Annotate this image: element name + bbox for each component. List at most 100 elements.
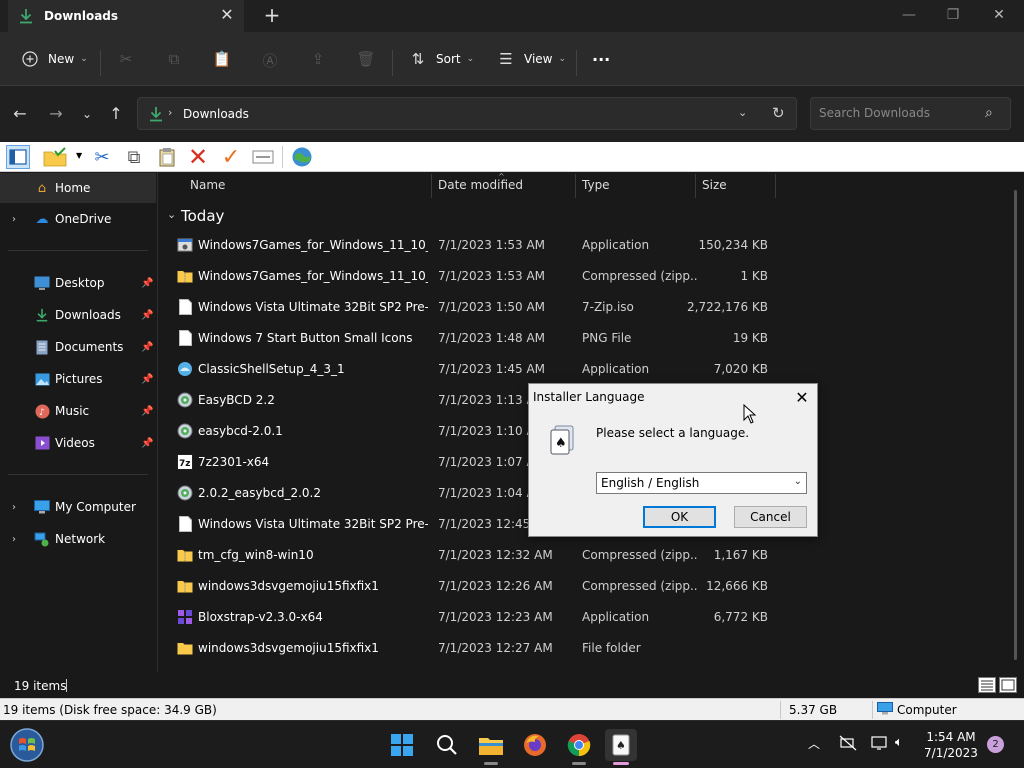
file-row[interactable]: windows3dsvgemojiu15fixfix1 7/1/2023 12:2…: [173, 570, 793, 601]
language-select[interactable]: English / English ⌄: [596, 472, 807, 494]
search-icon[interactable]: [431, 729, 463, 761]
pin-icon[interactable]: 📌: [141, 342, 153, 353]
view-button[interactable]: ☰ View ⌄: [496, 46, 566, 72]
sidebar-item-videos[interactable]: Videos 📌: [0, 428, 156, 458]
vertical-scrollbar[interactable]: [1014, 190, 1017, 660]
delete-icon[interactable]: 🗑: [356, 50, 376, 70]
tiles-view-icon[interactable]: [999, 677, 1017, 693]
sort-button[interactable]: ⇅ Sort ⌄: [408, 46, 474, 72]
breadcrumb[interactable]: Downloads: [183, 107, 249, 121]
tab-downloads[interactable]: Downloads ✕: [8, 0, 244, 32]
pin-icon[interactable]: 📌: [141, 310, 153, 321]
up-arrow-icon[interactable]: ↑: [106, 104, 126, 124]
file-row[interactable]: tm_cfg_win8-win10 7/1/2023 12:32 AM Compre…: [173, 539, 793, 570]
properties-icon[interactable]: [251, 145, 275, 169]
file-explorer-icon[interactable]: [475, 729, 507, 761]
sidebar-item-downloads[interactable]: Downloads 📌: [0, 300, 156, 330]
column-divider[interactable]: [431, 174, 432, 198]
cancel-button[interactable]: Cancel: [734, 506, 807, 528]
minimize-button[interactable]: —: [894, 4, 924, 26]
file-row[interactable]: ClassicShellSetup_4_3_1 7/1/2023 1:45 AM A…: [173, 353, 793, 384]
group-collapse-chevron-icon[interactable]: ⌄: [167, 208, 176, 221]
sidebar-item-music[interactable]: ♪ Music 📌: [0, 396, 156, 426]
show-hidden-icons-chevron-icon[interactable]: ︿: [808, 735, 820, 752]
column-divider[interactable]: [695, 174, 696, 198]
sidebar-item-onedrive[interactable]: › ☁ OneDrive: [0, 204, 156, 234]
expand-chevron-icon[interactable]: ›: [12, 214, 16, 225]
sidebar-item-pictures[interactable]: Pictures 📌: [0, 364, 156, 394]
forward-arrow-icon[interactable]: →: [46, 104, 66, 124]
file-row[interactable]: Windows7Games_for_Windows_11_10_8 7/1/202…: [173, 229, 793, 260]
share-icon[interactable]: ⇪: [308, 50, 328, 70]
windows-start-icon[interactable]: [386, 729, 418, 761]
group-header-today[interactable]: Today: [181, 207, 224, 225]
start-orb-icon[interactable]: [8, 726, 46, 764]
details-view-icon[interactable]: [978, 677, 996, 693]
navigation-pane-icon[interactable]: [6, 145, 30, 169]
copy-icon[interactable]: ⧉: [122, 145, 146, 169]
dialog-close-icon[interactable]: ✕: [791, 387, 813, 409]
column-divider[interactable]: [575, 174, 576, 198]
address-dropdown-icon[interactable]: ⌄: [738, 106, 747, 119]
running-indicator: [484, 762, 498, 765]
column-header-size[interactable]: Size: [702, 178, 727, 202]
pin-icon[interactable]: 📌: [141, 406, 153, 417]
solitaire-installer-icon[interactable]: ♠: [605, 729, 637, 761]
file-row[interactable]: Windows Vista Ultimate 32Bit SP2 Pre-Ac.…: [173, 291, 793, 322]
cut-icon[interactable]: ✂: [116, 50, 136, 70]
sidebar-item-network[interactable]: › Network: [0, 524, 156, 554]
title-bar: Downloads ✕ + — ❐ ✕: [0, 0, 1024, 32]
checkmark-icon[interactable]: ✓: [219, 145, 243, 170]
rename-icon[interactable]: Ⓐ: [260, 50, 280, 70]
chrome-icon[interactable]: [563, 729, 595, 761]
file-row[interactable]: Windows7Games_for_Windows_11_10_8 7/1/202…: [173, 260, 793, 291]
sidebar-item-my-computer[interactable]: › My Computer: [0, 492, 156, 522]
sidebar-item-documents[interactable]: Documents 📌: [0, 332, 156, 362]
expand-chevron-icon[interactable]: ›: [12, 534, 16, 545]
ok-button[interactable]: OK: [643, 506, 716, 528]
folder-options-icon[interactable]: [42, 145, 68, 169]
cut-icon[interactable]: ✂: [90, 145, 114, 169]
sidebar-item-label: Pictures: [55, 372, 103, 386]
address-bar[interactable]: › Downloads ⌄ ↻: [137, 97, 797, 130]
refresh-icon[interactable]: ↻: [772, 104, 785, 122]
column-divider[interactable]: [775, 174, 776, 198]
column-header-type[interactable]: Type: [582, 178, 610, 202]
file-row[interactable]: windows3dsvgemojiu15fixfix1 7/1/2023 12:2…: [173, 632, 793, 663]
expand-chevron-icon[interactable]: ›: [12, 502, 16, 513]
delete-x-icon[interactable]: ✕: [186, 143, 210, 171]
pin-icon[interactable]: 📌: [141, 278, 153, 289]
dropdown-arrow-icon[interactable]: ▼: [76, 151, 82, 160]
pin-icon[interactable]: 📌: [141, 374, 153, 385]
file-row[interactable]: Bloxstrap-v2.3.0-x64 7/1/2023 12:23 AM App…: [173, 601, 793, 632]
new-button[interactable]: New ⌄: [20, 46, 88, 72]
maximize-button[interactable]: ❐: [938, 4, 968, 26]
volume-icon[interactable]: 🔈︎: [895, 735, 903, 750]
file-size: 1 KB: [740, 269, 768, 283]
globe-icon[interactable]: [290, 145, 314, 169]
paste-icon[interactable]: [155, 145, 179, 169]
sidebar-item-desktop[interactable]: Desktop 📌: [0, 268, 156, 298]
search-box[interactable]: ⌕: [810, 97, 1011, 130]
column-header-date[interactable]: Date modified: [438, 178, 523, 202]
paste-icon[interactable]: 📋: [212, 50, 232, 70]
recent-locations-chevron-icon[interactable]: ⌄: [77, 104, 97, 124]
search-input[interactable]: [819, 106, 979, 120]
firefox-icon[interactable]: [519, 729, 551, 761]
copy-icon[interactable]: ⧉: [164, 50, 184, 70]
back-arrow-icon[interactable]: ←: [10, 104, 30, 124]
file-row[interactable]: Windows 7 Start Button Small Icons 7/1/20…: [173, 322, 793, 353]
more-options-button[interactable]: ···: [592, 46, 610, 72]
close-window-button[interactable]: ✕: [984, 4, 1014, 26]
no-network-icon[interactable]: [839, 735, 857, 755]
sidebar-item-home[interactable]: ⌂ Home: [0, 173, 156, 203]
home-icon: ⌂: [37, 180, 47, 196]
column-header-name[interactable]: Name: [190, 178, 225, 202]
pin-icon[interactable]: 📌: [141, 438, 153, 449]
notification-badge[interactable]: 2: [987, 736, 1004, 753]
tab-close-button[interactable]: ✕: [218, 6, 236, 24]
network-status-icon[interactable]: [871, 735, 889, 755]
system-clock[interactable]: 1:54 AM 7/1/2023: [916, 729, 986, 761]
new-tab-button[interactable]: +: [260, 4, 284, 28]
chevron-down-icon: ⌄: [466, 54, 475, 64]
